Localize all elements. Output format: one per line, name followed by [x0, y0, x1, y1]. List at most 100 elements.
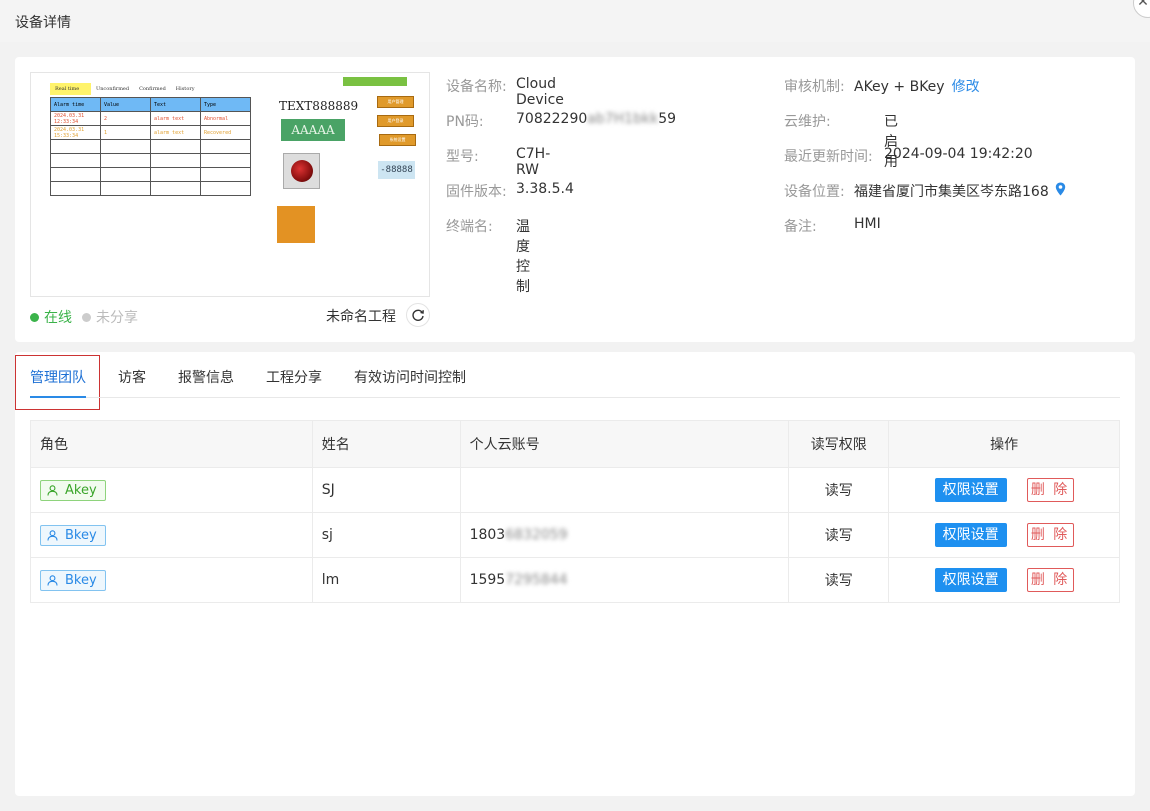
info-value: 70822290ab7H1bkk59 — [516, 111, 676, 127]
account-value: 1595 — [469, 572, 506, 588]
role-cell: Bkey — [30, 557, 313, 603]
delete-button[interactable]: 删 除 — [1026, 478, 1074, 502]
hmi-tab: Confirmed — [139, 86, 166, 92]
info-value: Cloud Device — [516, 76, 564, 108]
hmi-cell: alarm text — [150, 125, 201, 140]
info-value: C7H-RW — [516, 146, 551, 178]
hmi-cell: Recovered — [200, 125, 251, 140]
column-header-account: 个人云账号 — [459, 420, 790, 468]
pn-suffix: 59 — [658, 111, 677, 127]
permission-settings-button[interactable]: 权限设置 — [934, 478, 1007, 502]
info-device-name: 设备名称: Cloud Device — [446, 76, 564, 108]
info-label: 审核机制: — [784, 79, 845, 95]
hmi-cell — [200, 167, 251, 182]
role-label: Akey — [65, 482, 97, 498]
pn-masked: ab7H1bkk — [587, 111, 659, 127]
tab-bar: 管理团队 访客 报警信息 工程分享 有效访问时间控制 — [30, 352, 1120, 398]
info-label: 备注: — [784, 219, 817, 235]
hmi-green-label: AAAAA — [281, 119, 345, 141]
hmi-cell: 2 — [100, 111, 151, 126]
hmi-cell: alarm text — [150, 111, 201, 126]
role-label: Bkey — [65, 572, 97, 588]
hmi-cell — [100, 181, 151, 196]
modal-title: 设备详情 — [15, 15, 71, 31]
hmi-alarm-table: Alarm time Value Text Type 2024.03.31 12… — [50, 97, 251, 196]
actions-cell: 权限设置删 除 — [888, 557, 1120, 603]
hmi-cell — [150, 139, 201, 154]
online-label: 在线 — [44, 310, 72, 326]
info-value: 2024-09-04 19:42:20 — [884, 146, 1033, 162]
active-tab-indicator — [30, 396, 86, 398]
hmi-cell — [50, 139, 101, 154]
permission-settings-button[interactable]: 权限设置 — [934, 523, 1007, 547]
table-row: Bkey sj 18036832059 读写 权限设置删 除 — [30, 512, 1120, 558]
table-row: Bkey lm 15957295844 读写 权限设置删 除 — [30, 557, 1120, 603]
hmi-alarm-tabs: Real time Unconfirmed Confirmed History — [50, 83, 200, 95]
account-cell: 18036832059 — [459, 512, 790, 558]
info-label: 固件版本: — [446, 184, 507, 200]
role-tag-bkey: Bkey — [40, 569, 106, 591]
info-label: 设备名称: — [446, 79, 507, 95]
hmi-knob-icon — [283, 153, 320, 189]
column-header-role: 角色 — [30, 420, 313, 468]
actions-cell: 权限设置删 除 — [888, 512, 1120, 558]
online-dot-icon — [30, 312, 39, 322]
hmi-button: 系统设置 — [379, 134, 416, 146]
hmi-orange-block — [277, 206, 315, 243]
tab-alarm-info[interactable]: 报警信息 — [178, 367, 234, 387]
hmi-cell: 2024.03.31 15:33:34 — [50, 125, 101, 140]
info-value: HMI — [854, 216, 881, 232]
column-header-name: 姓名 — [311, 420, 461, 468]
hmi-text: TEXT888889 — [279, 99, 359, 113]
delete-button[interactable]: 删 除 — [1026, 568, 1074, 592]
team-table: 角色 姓名 个人云账号 读写权限 操作 Akey SJ 读写 权限设置删 除 B… — [30, 420, 1120, 603]
hmi-cell — [150, 181, 201, 196]
info-label: 终端名: — [446, 219, 493, 235]
account-value: 1803 — [469, 527, 506, 543]
hmi-cell — [50, 153, 101, 168]
hmi-button: 用户管理 — [377, 96, 414, 108]
delete-button[interactable]: 删 除 — [1026, 523, 1074, 547]
info-label: 最近更新时间: — [784, 149, 873, 165]
hmi-cell — [200, 153, 251, 168]
table-row: Akey SJ 读写 权限设置删 除 — [30, 467, 1120, 513]
pn-prefix: 70822290 — [516, 111, 588, 127]
user-icon — [47, 529, 58, 541]
tab-visitors[interactable]: 访客 — [118, 367, 146, 387]
hmi-cell — [150, 167, 201, 182]
tab-management-team[interactable]: 管理团队 — [30, 367, 86, 387]
tab-access-time-control[interactable]: 有效访问时间控制 — [354, 367, 466, 387]
hmi-cell — [100, 167, 151, 182]
info-value: 福建省厦门市集美区岑东路168 — [854, 181, 1066, 201]
info-location: 设备位置: 福建省厦门市集美区岑东路168 — [784, 181, 1065, 201]
account-cell: 15957295844 — [459, 557, 790, 603]
name-cell: sj — [311, 512, 461, 558]
info-label: 云维护: — [784, 114, 831, 130]
hmi-tab: History — [175, 86, 195, 92]
info-audit: 审核机制: AKey + BKey 修改 — [784, 76, 980, 96]
info-value: AKey + BKey 修改 — [854, 76, 980, 96]
info-label: PN码: — [446, 114, 484, 130]
modal-header: 设备详情 — [0, 0, 1150, 42]
info-remark: 备注: HMI — [784, 216, 881, 236]
tab-project-share[interactable]: 工程分享 — [266, 367, 322, 387]
info-label: 型号: — [446, 149, 479, 165]
hmi-cell: Type — [200, 97, 251, 112]
info-terminal: 终端名: 温度控制 — [446, 216, 530, 295]
unshared-label: 未分享 — [96, 310, 138, 326]
hmi-cell — [150, 153, 201, 168]
share-status: 未分享 — [82, 307, 138, 327]
location-pin-icon[interactable] — [1055, 182, 1066, 200]
online-status: 在线 — [30, 307, 72, 327]
user-icon — [47, 484, 58, 496]
edit-audit-link[interactable]: 修改 — [952, 79, 980, 95]
account-masked: 6832059 — [505, 527, 568, 543]
hmi-cell: 1 — [100, 125, 151, 140]
refresh-icon[interactable] — [406, 303, 430, 327]
role-cell: Akey — [30, 467, 313, 513]
permission-settings-button[interactable]: 权限设置 — [934, 568, 1007, 592]
hmi-cell: Abnormal — [200, 111, 251, 126]
hmi-preview[interactable]: Real time Unconfirmed Confirmed History … — [30, 72, 430, 297]
project-name: 未命名工程 — [326, 309, 396, 325]
hmi-cell: Value — [100, 97, 151, 112]
